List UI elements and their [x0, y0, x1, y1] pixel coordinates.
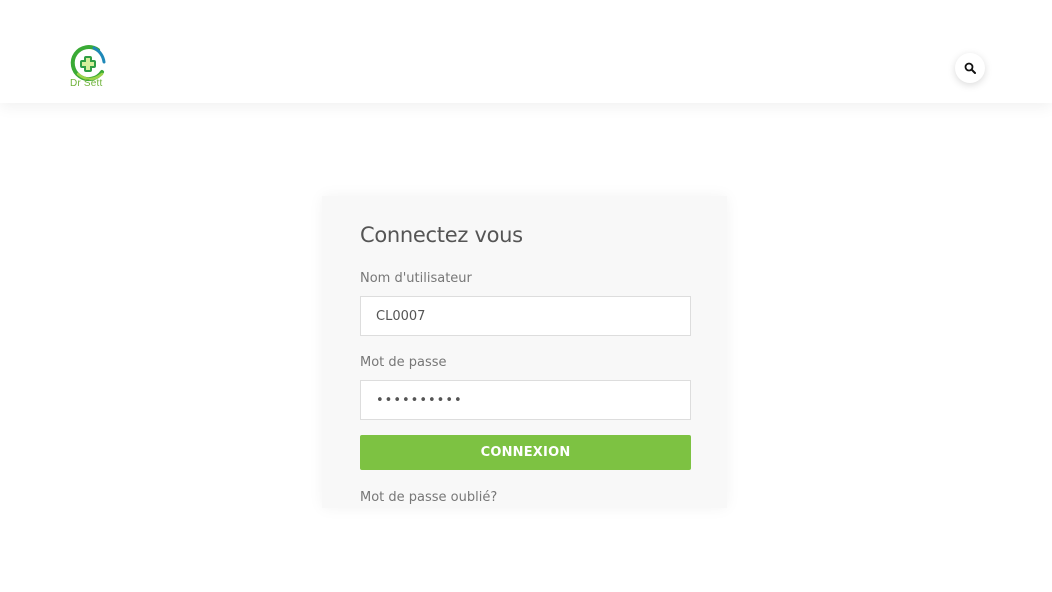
login-title: Connectez vous — [360, 223, 523, 247]
username-input[interactable] — [360, 296, 691, 336]
forgot-password-link[interactable]: Mot de passe oublié? — [360, 490, 497, 505]
search-button[interactable] — [955, 53, 985, 83]
site-header: Dr Sett — [0, 0, 1052, 103]
password-input[interactable] — [360, 380, 691, 420]
username-label: Nom d'utilisateur — [360, 271, 472, 286]
login-card: Connectez vous Nom d'utilisateur Mot de … — [322, 196, 727, 508]
logo-text: Dr Sett — [70, 78, 103, 89]
search-icon — [964, 62, 976, 74]
password-label: Mot de passe — [360, 355, 447, 370]
login-button[interactable]: CONNEXION — [360, 435, 691, 470]
